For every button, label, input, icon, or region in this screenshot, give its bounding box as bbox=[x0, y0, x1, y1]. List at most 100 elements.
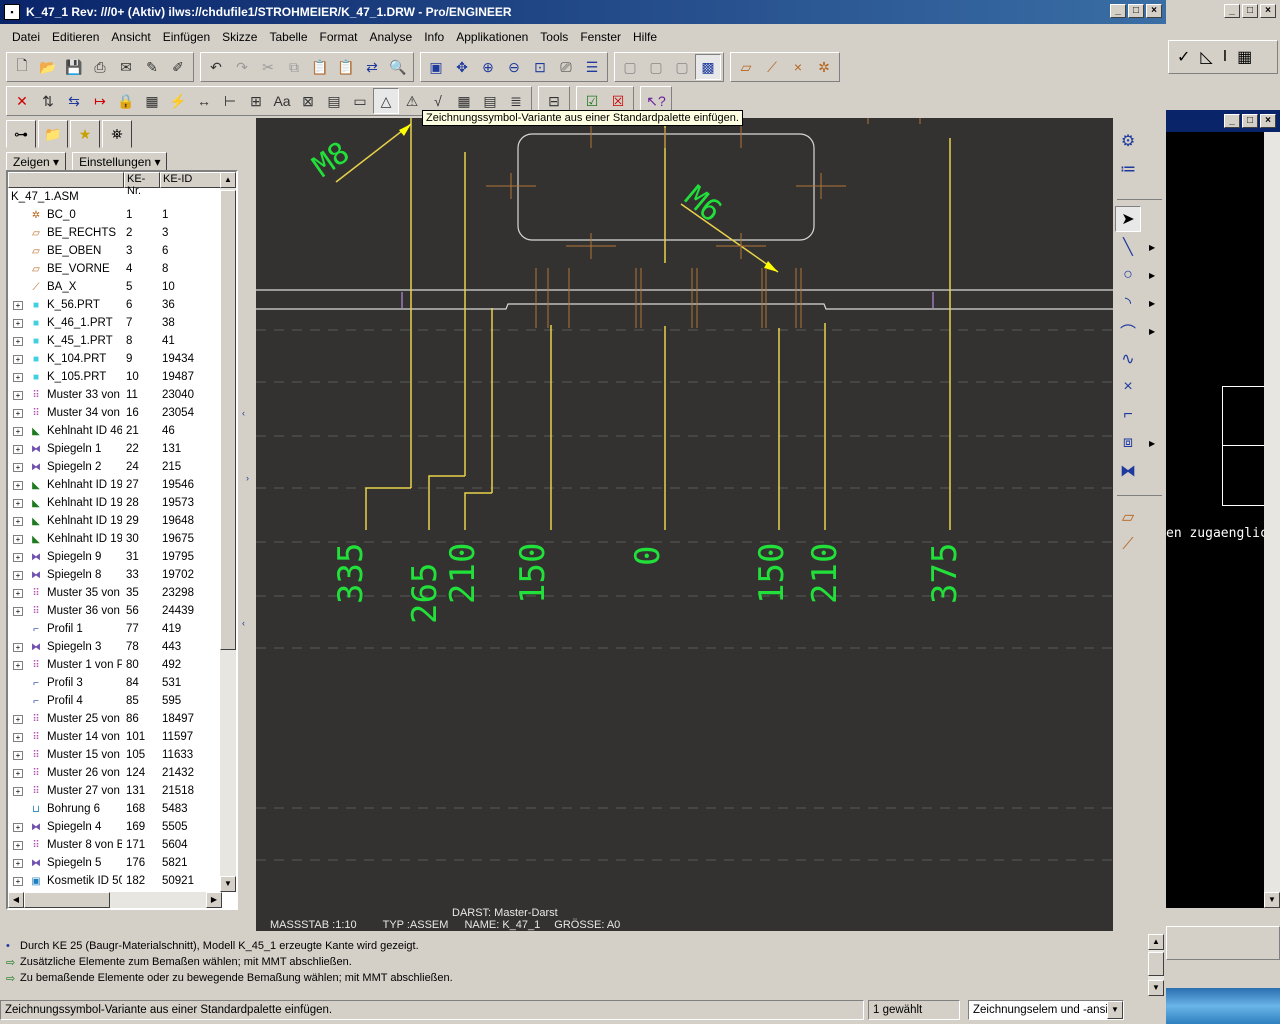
redo-icon[interactable]: ↷ bbox=[229, 54, 255, 80]
tree-item[interactable]: + ⠿ Muster 26 von I 124 21432 bbox=[8, 764, 236, 782]
expand-plus-icon[interactable]: + bbox=[13, 768, 23, 778]
expand-plus-icon[interactable]: + bbox=[13, 426, 23, 436]
regenerate-icon[interactable]: ⇄ bbox=[359, 54, 385, 80]
point-tool-icon[interactable]: × bbox=[1115, 374, 1141, 400]
maximize-button[interactable]: □ bbox=[1242, 114, 1258, 128]
open-file-icon[interactable]: 📂 bbox=[35, 54, 61, 80]
print-icon[interactable]: ⎙ bbox=[87, 54, 113, 80]
expand-plus-icon[interactable]: + bbox=[13, 354, 23, 364]
tree-item[interactable]: + ⧓ Spiegeln 5 176 5821 bbox=[8, 854, 236, 872]
menu-skizze[interactable]: Skizze bbox=[216, 30, 263, 44]
move-icon[interactable]: ↦ bbox=[87, 88, 113, 114]
tree-item[interactable]: + ◣ Kehlnaht ID 19(30 19675 bbox=[8, 530, 236, 548]
mirror-tool-icon[interactable]: ⧓ bbox=[1115, 458, 1141, 484]
text-cursor-icon[interactable]: I bbox=[1223, 48, 1227, 66]
dimension-value[interactable]: 150 bbox=[752, 543, 792, 604]
repaint-icon[interactable]: ▣ bbox=[423, 54, 449, 80]
dimension-value[interactable]: 375 bbox=[925, 543, 965, 604]
expand-plus-icon[interactable]: + bbox=[13, 408, 23, 418]
tree-item[interactable]: + ■ K_105.PRT 10 19487 bbox=[8, 368, 236, 386]
tree-item[interactable]: ▱ BE_VORNE 4 8 bbox=[8, 260, 236, 278]
expand-plus-icon[interactable]: + bbox=[13, 840, 23, 850]
scroll-right-icon[interactable]: ▶ bbox=[206, 892, 222, 908]
connections-tab-icon[interactable]: ⛯ bbox=[102, 120, 132, 148]
text-style-icon[interactable]: Aa bbox=[269, 88, 295, 114]
table-format-icon[interactable]: ▦ bbox=[139, 88, 165, 114]
triangle-icon[interactable]: ◺ bbox=[1200, 47, 1212, 67]
favorites-tab-icon[interactable]: ★ bbox=[70, 120, 100, 148]
thread-label-m6[interactable]: M6 bbox=[678, 179, 728, 229]
expand-plus-icon[interactable]: + bbox=[13, 516, 23, 526]
dimension-value[interactable]: 150 bbox=[513, 543, 553, 604]
expand-plus-icon[interactable]: + bbox=[13, 588, 23, 598]
expand-plus-icon[interactable]: + bbox=[13, 660, 23, 670]
collapse-arrow-icon[interactable]: ‹ bbox=[242, 618, 245, 628]
dimension-value[interactable]: 210 bbox=[443, 543, 483, 604]
tree-item[interactable]: + ⠿ Muster 15 von I 105 11633 bbox=[8, 746, 236, 764]
expand-arrow-icon[interactable]: › bbox=[246, 473, 249, 483]
tree-item[interactable]: ▱ BE_OBEN 3 6 bbox=[8, 242, 236, 260]
expand-plus-icon[interactable]: + bbox=[13, 300, 23, 310]
arc-tool-icon[interactable]: ◝ ▶ bbox=[1115, 290, 1155, 316]
edit-icon[interactable]: ✐ bbox=[165, 54, 191, 80]
menu-info[interactable]: Info bbox=[418, 30, 450, 44]
chevron-down-icon[interactable]: ▼ bbox=[1107, 1001, 1123, 1019]
menu-ansicht[interactable]: Ansicht bbox=[105, 30, 156, 44]
tree-item[interactable]: + ◣ Kehlnaht ID 19! 28 19573 bbox=[8, 494, 236, 512]
dimension-value[interactable]: 0 bbox=[628, 546, 668, 566]
tree-item[interactable]: + ⧓ Spiegeln 1 22 131 bbox=[8, 440, 236, 458]
thread-label-m8[interactable]: M8 bbox=[307, 135, 357, 184]
circle-tool-icon[interactable]: ○ ▶ bbox=[1115, 262, 1155, 288]
expand-plus-icon[interactable]: + bbox=[13, 372, 23, 382]
expand-plus-icon[interactable]: + bbox=[13, 390, 23, 400]
minimize-button[interactable]: _ bbox=[1224, 4, 1240, 18]
close-button[interactable]: × bbox=[1260, 114, 1276, 128]
minimize-button[interactable]: _ bbox=[1110, 4, 1126, 18]
tree-item[interactable]: + ⠿ Muster 33 von I 11 23040 bbox=[8, 386, 236, 404]
scroll-down-icon[interactable]: ▼ bbox=[220, 876, 236, 892]
dimension-value[interactable]: 210 bbox=[805, 543, 845, 604]
expand-plus-icon[interactable]: + bbox=[13, 462, 23, 472]
tree-item[interactable]: + ◣ Kehlnaht ID 19! 27 19546 bbox=[8, 476, 236, 494]
msg-scroll-thumb[interactable] bbox=[1148, 952, 1164, 976]
tree-item[interactable]: + ⠿ Muster 35 von I 35 23298 bbox=[8, 584, 236, 602]
delete-icon[interactable]: ✕ bbox=[9, 88, 35, 114]
find-icon[interactable]: 🔍 bbox=[385, 54, 411, 80]
paste-special-icon[interactable]: 📋 bbox=[333, 54, 359, 80]
save-icon[interactable]: 💾 bbox=[61, 54, 87, 80]
paste-icon[interactable]: 📋 bbox=[307, 54, 333, 80]
minimize-button[interactable]: _ bbox=[1224, 114, 1240, 128]
dimension-value[interactable]: 335 bbox=[331, 543, 371, 604]
expand-plus-icon[interactable]: + bbox=[13, 714, 23, 724]
settings-dropdown[interactable]: Einstellungen ▾ bbox=[72, 152, 168, 172]
panel-splitter[interactable]: ‹ › ‹ bbox=[240, 118, 256, 930]
collapse-arrow-icon[interactable]: ‹ bbox=[242, 408, 245, 418]
orient-icon[interactable]: ⎚ bbox=[553, 54, 579, 80]
show-dropdown[interactable]: Zeigen ▾ bbox=[6, 152, 67, 172]
tree-item[interactable]: ⌐ Profil 1 77 419 bbox=[8, 620, 236, 638]
layers-icon[interactable]: ☰ bbox=[579, 54, 605, 80]
col-name-header[interactable] bbox=[8, 172, 124, 188]
scroll-left-icon[interactable]: ◀ bbox=[8, 892, 24, 908]
line-tool-icon[interactable]: ╲ ▶ bbox=[1115, 234, 1155, 260]
shading-icon[interactable]: ▩ bbox=[695, 54, 721, 80]
tree-item[interactable]: + ■ K_45_1.PRT 8 41 bbox=[8, 332, 236, 350]
tree-item[interactable]: ✲ BC_0 1 1 bbox=[8, 206, 236, 224]
tree-item[interactable]: + ■ K_56.PRT 6 36 bbox=[8, 296, 236, 314]
expand-plus-icon[interactable]: + bbox=[13, 822, 23, 832]
tree-item[interactable]: + ⠿ Muster 1 von P 80 492 bbox=[8, 656, 236, 674]
selection-filter[interactable]: Zeichnungselem und -ansic ▼ bbox=[968, 1000, 1124, 1020]
expand-plus-icon[interactable]: + bbox=[13, 480, 23, 490]
hatch-icon[interactable]: ▤ bbox=[321, 88, 347, 114]
tree-item[interactable]: ▱ BE_RECHTS 2 3 bbox=[8, 224, 236, 242]
model-tree-tab-icon[interactable]: ⊶ bbox=[6, 120, 36, 148]
menu-editieren[interactable]: Editieren bbox=[46, 30, 105, 44]
menu-tabelle[interactable]: Tabelle bbox=[263, 30, 313, 44]
tree-item[interactable]: ⌐ Profil 4 85 595 bbox=[8, 692, 236, 710]
menu-applikationen[interactable]: Applikationen bbox=[450, 30, 534, 44]
tree-item[interactable]: + ◣ Kehlnaht ID 46 21 46 bbox=[8, 422, 236, 440]
tree-item[interactable]: + ⠿ Muster 8 von B 171 5604 bbox=[8, 836, 236, 854]
expand-plus-icon[interactable]: + bbox=[13, 444, 23, 454]
secondary-canvas[interactable]: en zugaenglich g bbox=[1166, 132, 1264, 908]
datum-planes-icon[interactable]: ▱ bbox=[733, 54, 759, 80]
